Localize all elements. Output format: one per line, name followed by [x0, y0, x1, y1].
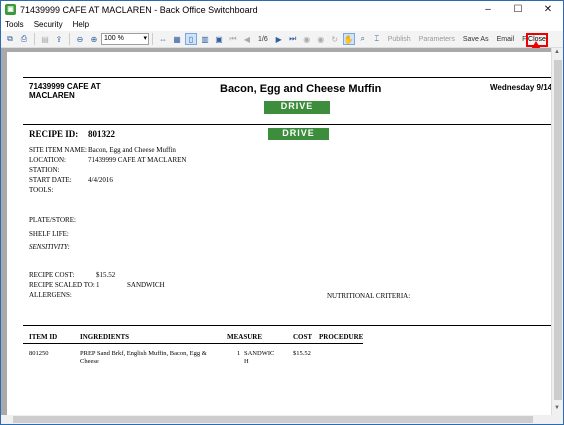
- sensitivity-label: SENSITIVITY:: [29, 243, 70, 251]
- publish-button[interactable]: Publish: [388, 36, 411, 43]
- hand-tool-icon[interactable]: ✋: [342, 33, 355, 45]
- recipe-id: 801322: [88, 129, 115, 139]
- row-ingredients: PREP Sand Brkf, English Muffin, Bacon, E…: [80, 350, 207, 365]
- nutritional-criteria-label: NUTRITIONAL CRITERIA:: [327, 292, 411, 300]
- menu-help[interactable]: Help: [73, 20, 89, 29]
- col-header-ingredients: INGREDIENTS: [80, 333, 130, 341]
- menu-tools[interactable]: Tools: [5, 20, 24, 29]
- forward-icon[interactable]: ◉: [315, 33, 327, 45]
- app-icon: ▣: [5, 4, 16, 15]
- zoom-select[interactable]: 100 %: [101, 33, 149, 45]
- col-header-cost: COST: [293, 333, 313, 341]
- recipe-scaled-qty: 1: [96, 281, 100, 289]
- report-viewer[interactable]: 71439999 CAFE AT MACLAREN Bacon, Egg and…: [1, 48, 551, 415]
- maximize-button[interactable]: ☐: [503, 1, 533, 18]
- recipe-scaled-label: RECIPE SCALED TO:: [29, 281, 95, 289]
- export-icon[interactable]: ⇪: [53, 33, 65, 45]
- recipe-cost-label: RECIPE COST:: [29, 271, 75, 279]
- print-icon[interactable]: ⎙: [18, 33, 30, 45]
- scroll-thumb[interactable]: [13, 416, 533, 423]
- col-header-measure: MEASURE: [227, 333, 263, 341]
- report-toolbar: ⧉ ⎙ ▤ ⇪ ⊖ ⊕ 100 % ⇔ ▦ ▯ ▥ ▣ ⏮ ◀ 1/6 ▶ ⏭ …: [1, 31, 563, 48]
- recipe-cost: $15.52: [96, 271, 116, 279]
- scroll-up-icon[interactable]: ▲: [554, 49, 560, 55]
- page-setup-icon[interactable]: ▤: [39, 33, 51, 45]
- plate-store-label: PLATE/STORE:: [29, 216, 76, 224]
- allergens-label: ALLERGENS:: [29, 291, 72, 299]
- field-label: START DATE:: [29, 176, 72, 184]
- zoom-out-icon[interactable]: ⊖: [74, 33, 86, 45]
- col-header-procedure: PROCEDURE: [319, 333, 364, 341]
- prev-page-icon[interactable]: ◀: [241, 33, 253, 45]
- field-value: 71439999 CAFE AT MACLAREN: [88, 156, 187, 164]
- report-date: Wednesday 9/14/2: [490, 83, 551, 92]
- row-unit: SANDWIC H: [244, 350, 275, 365]
- menu-security[interactable]: Security: [34, 20, 63, 29]
- window-close-button[interactable]: ✕: [533, 1, 563, 18]
- window-title: 71439999 CAFE AT MACLAREN - Back Office …: [20, 4, 258, 15]
- multi-page-icon[interactable]: ▥: [199, 33, 211, 45]
- recipe-id-label: RECIPE ID:: [29, 129, 79, 139]
- next-page-icon[interactable]: ▶: [273, 33, 285, 45]
- back-icon[interactable]: ◉: [301, 33, 313, 45]
- drive-badge: DRIVE: [268, 128, 329, 140]
- report-page: 71439999 CAFE AT MACLAREN Bacon, Egg and…: [7, 52, 551, 415]
- store-name: 71439999 CAFE AT MACLAREN: [29, 82, 101, 100]
- separator: [69, 33, 70, 45]
- page-options-icon[interactable]: ▣: [213, 33, 225, 45]
- fit-page-icon[interactable]: ▦: [171, 33, 183, 45]
- first-page-icon[interactable]: ⏮: [227, 33, 239, 45]
- fit-width-icon[interactable]: ⇔: [157, 33, 169, 45]
- col-header-item-id: ITEM ID: [29, 333, 58, 341]
- page-indicator: 1/6: [258, 35, 268, 43]
- divider: [23, 77, 551, 78]
- scroll-down-icon[interactable]: ▼: [554, 405, 560, 411]
- last-page-icon[interactable]: ⏭: [287, 33, 299, 45]
- copy-icon[interactable]: ⧉: [4, 33, 16, 45]
- divider: [23, 343, 363, 344]
- vertical-scrollbar[interactable]: ▲ ▼: [551, 48, 563, 415]
- zoom-in-icon[interactable]: ⊕: [88, 33, 100, 45]
- save-as-button[interactable]: Save As: [463, 36, 489, 43]
- search-icon[interactable]: ⌕: [357, 33, 369, 45]
- minimize-button[interactable]: –: [473, 1, 503, 18]
- shelf-life-label: SHELF LIFE:: [29, 230, 69, 238]
- report-title: Bacon, Egg and Cheese Muffin: [220, 83, 382, 95]
- menu-bar: Tools Security Help: [1, 18, 563, 31]
- select-text-icon[interactable]: ⌶: [371, 33, 383, 45]
- row-qty: 1: [237, 350, 241, 357]
- divider: [23, 325, 551, 326]
- field-value: 4/4/2016: [88, 176, 113, 184]
- scroll-thumb[interactable]: [554, 60, 562, 400]
- field-label: STATION:: [29, 166, 60, 174]
- field-value: Bacon, Egg and Cheese Muffin: [88, 146, 176, 154]
- refresh-icon[interactable]: ↻: [329, 33, 341, 45]
- divider: [23, 124, 551, 125]
- field-label: TOOLS:: [29, 186, 54, 194]
- field-label: LOCATION:: [29, 156, 66, 164]
- field-label: SITE ITEM NAME:: [29, 146, 87, 154]
- single-page-icon[interactable]: ▯: [185, 33, 197, 45]
- title-bar: ▣ 71439999 CAFE AT MACLAREN - Back Offic…: [1, 1, 563, 18]
- recipe-scaled-unit: SANDWICH: [127, 281, 165, 289]
- parameters-button[interactable]: Parameters: [419, 36, 455, 43]
- drive-badge: DRIVE: [264, 101, 330, 114]
- horizontal-scrollbar[interactable]: [1, 415, 551, 424]
- row-item-id: 801250: [29, 350, 49, 357]
- separator: [152, 33, 153, 45]
- email-button[interactable]: Email: [497, 36, 515, 43]
- separator: [34, 33, 35, 45]
- row-cost: $15.52: [293, 350, 311, 357]
